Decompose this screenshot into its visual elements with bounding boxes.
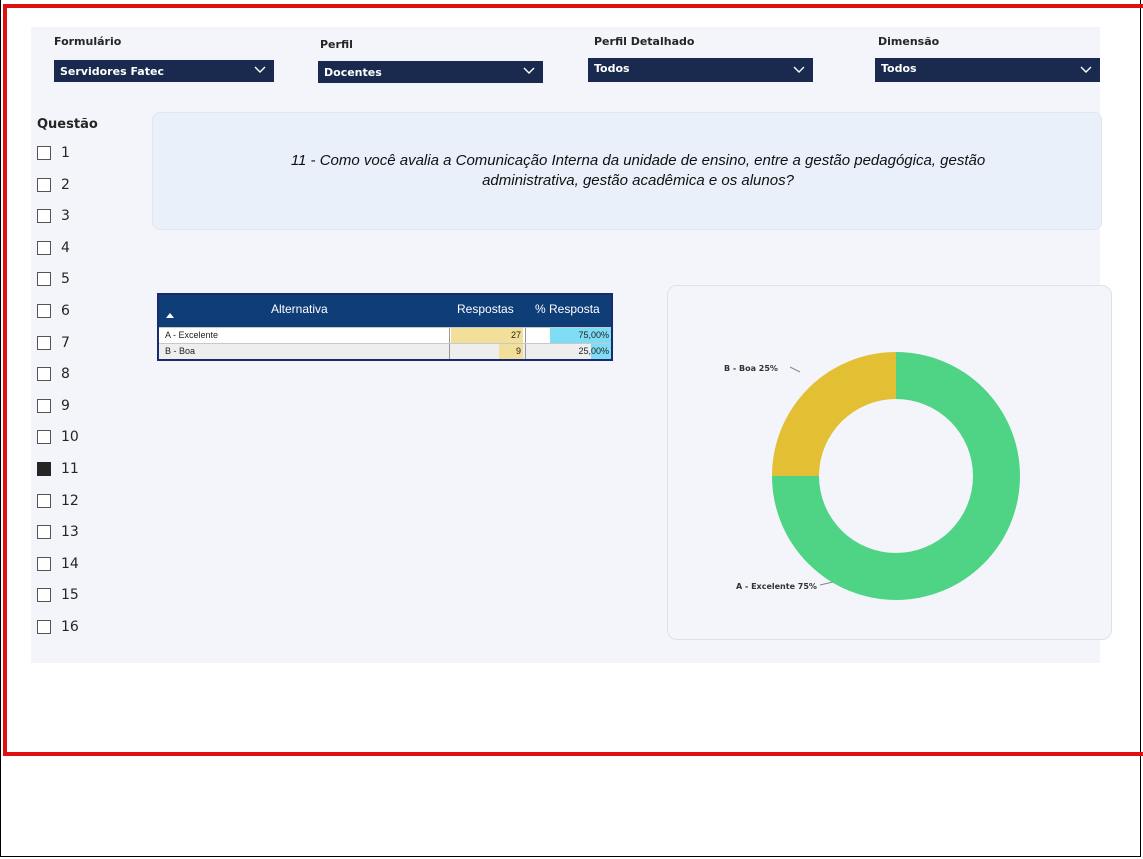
checkbox[interactable] [37,620,51,634]
questao-item-7[interactable]: 7 [37,333,70,353]
checkbox[interactable] [37,335,51,350]
perfil-detalhado-dropdown[interactable]: Todos [588,58,813,82]
dropdown-value: Docentes [324,66,382,79]
formulario-dropdown[interactable]: Servidores Fatec [54,60,274,82]
questao-item-6[interactable]: 6 [37,301,70,321]
cell-respostas: 9 [515,346,521,356]
leader-line [819,581,834,586]
questao-number: 13 [61,524,79,541]
questao-number: 14 [61,555,79,572]
questao-item-9[interactable]: 9 [37,396,70,416]
data-label-b-boa: B - Boa 25% [724,364,778,373]
header-pct-resposta[interactable]: % Resposta [535,302,600,316]
questao-item-10[interactable]: 10 [37,427,79,447]
questao-number: 9 [61,397,70,414]
questao-number: 11 [61,461,79,477]
questao-item-5[interactable]: 5 [37,269,70,289]
filter-label: Perfil Detalhado [594,35,695,48]
slice-b-boa[interactable] [772,352,896,476]
questao-item-2[interactable]: 2 [37,175,70,195]
cell-alternativa: A - Excelente [165,330,219,340]
questao-item-3[interactable]: 3 [37,206,70,226]
questao-number: 1 [61,145,70,161]
sort-ascending-icon[interactable] [166,313,174,318]
checkbox[interactable] [37,556,51,571]
filter-label: Perfil [320,38,353,51]
checkbox[interactable] [37,430,51,445]
checkbox[interactable] [37,146,51,160]
questao-number: 12 [61,492,79,509]
checkbox[interactable] [37,398,51,413]
questao-item-13[interactable]: 13 [37,522,79,542]
questao-number: 5 [61,271,70,288]
questao-item-11[interactable]: 11 [37,459,79,479]
donut-chart: A - Excelente 75% B - Boa 25% [724,352,1020,600]
question-line-2: administrativa, gestão acadêmica e os al… [482,172,794,189]
table-row[interactable]: A - Excelente 27 75,00% [159,327,611,343]
questao-number: 16 [61,619,79,635]
column-divider [449,344,450,359]
questao-number: 6 [61,303,70,319]
chart-card: A - Excelente 75% B - Boa 25% [667,285,1112,640]
questao-label: Questão [37,117,98,132]
question-text: 11 - Como você avalia a Comunicação Inte… [193,151,1083,191]
checkbox[interactable] [37,367,51,382]
checkbox[interactable] [37,177,51,192]
checkbox[interactable] [37,525,51,540]
question-line-1: 11 - Como você avalia a Comunicação Inte… [290,152,986,169]
checkbox[interactable] [37,272,51,287]
leader-line [789,366,801,373]
cell-pct: 75,00% [578,330,609,340]
questao-item-1[interactable]: 1 [37,143,70,163]
questao-item-15[interactable]: 15 [37,585,79,605]
questao-item-4[interactable]: 4 [37,238,70,258]
question-card: 11 - Como você avalia a Comunicação Inte… [152,112,1102,230]
chevron-down-icon [254,66,266,73]
cell-alternativa: B - Boa [165,346,196,356]
column-divider [525,328,526,343]
questao-number: 8 [61,366,70,383]
filter-label: Dimensão [878,35,940,48]
checkbox[interactable] [37,209,51,224]
header-alternativa[interactable]: Alternativa [271,302,328,316]
checkbox[interactable] [37,462,51,476]
data-label-a-excelente: A - Excelente 75% [736,582,817,591]
dropdown-value: Todos [881,62,917,75]
questao-item-14[interactable]: 14 [37,554,79,574]
column-divider [449,328,450,343]
questao-item-16[interactable]: 16 [37,617,79,637]
column-divider [525,344,526,359]
perfil-dropdown[interactable]: Docentes [318,61,543,83]
questao-item-12[interactable]: 12 [37,491,79,511]
filter-label: Formulário [54,35,122,48]
dropdown-value: Todos [594,62,630,75]
dropdown-value: Servidores Fatec [60,65,164,78]
questao-number: 3 [61,208,70,225]
checkbox[interactable] [37,240,51,255]
chevron-down-icon [523,67,535,74]
responses-table: Alternativa Respostas % Resposta A - Exc… [157,293,613,361]
chevron-down-icon [793,66,805,73]
chevron-down-icon [1080,66,1092,73]
questao-number: 7 [61,334,70,351]
table-row[interactable]: B - Boa 9 25,00% [159,343,611,359]
table-header: Alternativa Respostas % Resposta [159,295,611,327]
cell-pct: 25,00% [578,346,609,356]
questao-number: 4 [61,239,70,256]
header-respostas[interactable]: Respostas [457,302,514,316]
table-body: A - Excelente 27 75,00% B - Boa 9 25,00% [159,327,611,359]
checkbox[interactable] [37,304,51,318]
questao-number: 2 [61,176,70,193]
questao-item-8[interactable]: 8 [37,364,70,384]
questao-number: 10 [61,429,79,446]
questao-number: 15 [61,587,79,604]
checkbox[interactable] [37,493,51,508]
cell-respostas: 27 [510,330,521,340]
checkbox[interactable] [37,588,51,603]
dimensao-dropdown[interactable]: Todos [875,58,1100,82]
